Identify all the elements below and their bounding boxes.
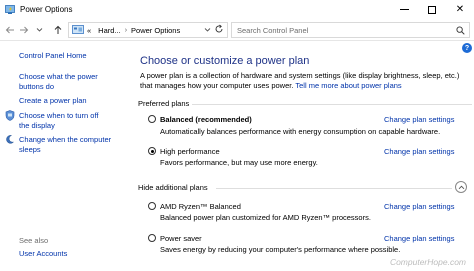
close-icon: ✕ [455,4,465,15]
change-settings-amd-ryzen-link[interactable]: Change plan settings [384,202,454,211]
plan-desc-high-performance: Favors performance, but may use more ene… [160,158,318,167]
plan-name-balanced[interactable]: Balanced (recommended) [160,115,252,124]
minimize-icon [399,9,409,10]
page-title: Choose or customize a power plan [140,55,310,67]
plan-radio-power-saver[interactable] [148,234,156,242]
minimize-button[interactable] [390,0,418,19]
address-bar[interactable]: « Hard... › Power Options [68,22,228,38]
watermark: ComputerHope.com [389,257,466,267]
plan-name-amd-ryzen[interactable]: AMD Ryzen™ Balanced [160,202,241,211]
title-bar: Power Options ✕ [0,0,474,19]
hide-additional-plans-heading[interactable]: Hide additional plans [138,183,208,192]
breadcrumb-prefix[interactable]: « [87,26,91,35]
help-icon[interactable]: ? [462,43,472,53]
sidebar-item-turn-off-display-cont[interactable]: the display [19,121,55,131]
search-box[interactable] [231,22,470,38]
see-also-heading: See also [19,236,49,245]
additional-plans-divider [216,188,452,189]
address-dropdown-icon[interactable] [204,26,211,35]
plan-name-high-performance[interactable]: High performance [160,147,220,156]
back-button[interactable] [4,23,16,36]
arrow-up-icon [54,25,62,34]
collapse-plans-button[interactable] [455,181,467,193]
change-settings-power-saver-link[interactable]: Change plan settings [384,234,454,243]
maximize-button[interactable] [418,0,446,19]
maximize-icon [428,5,436,14]
plan-radio-high-performance[interactable] [148,147,156,155]
arrow-right-icon [20,26,29,33]
sidebar-item-turn-off-display[interactable]: Choose when to turn off [19,111,99,121]
breadcrumb-hardware[interactable]: Hard... [98,26,121,35]
plan-desc-balanced: Automatically balances performance with … [160,127,441,136]
change-settings-balanced-link[interactable]: Change plan settings [384,115,454,124]
search-icon[interactable] [456,26,465,35]
close-button[interactable]: ✕ [446,0,474,19]
sidebar-item-control-panel-home[interactable]: Control Panel Home [19,51,87,61]
forward-button[interactable] [18,23,30,36]
power-plans-info-link[interactable]: Tell me more about power plans [295,81,401,90]
sidebar-item-power-buttons-cont[interactable]: buttons do [19,82,54,92]
up-button[interactable] [52,23,64,36]
main-content: ? Choose or customize a power plan A pow… [130,42,474,271]
breadcrumb-separator[interactable]: › [125,27,127,34]
search-input[interactable] [237,25,437,36]
intro-text: A power plan is a collection of hardware… [140,71,470,90]
preferred-plans-heading: Preferred plans [138,99,190,108]
plan-radio-amd-ryzen[interactable] [148,202,156,210]
sidebar-item-computer-sleeps-cont[interactable]: sleeps [19,145,41,155]
sleep-moon-icon [6,135,15,144]
navigation-bar: « Hard... › Power Options [0,19,474,41]
refresh-icon[interactable] [214,24,224,36]
sidebar-item-user-accounts[interactable]: User Accounts [19,249,67,259]
plan-desc-amd-ryzen: Balanced power plan customized for AMD R… [160,213,371,222]
sidebar-item-power-buttons[interactable]: Choose what the power [19,72,98,82]
window-title: Power Options [20,5,73,14]
power-options-icon [5,5,15,14]
sidebar-item-create-plan[interactable]: Create a power plan [19,96,87,106]
plan-desc-power-saver: Saves energy by reducing your computer's… [160,245,401,254]
chevron-down-icon [36,28,42,32]
preferred-plans-divider [192,104,472,105]
plan-radio-balanced[interactable] [148,115,156,123]
control-panel-icon [72,25,84,34]
arrow-left-icon [5,26,14,33]
breadcrumb-power-options[interactable]: Power Options [131,26,180,35]
chevron-up-icon [458,185,464,189]
recent-locations-button[interactable] [33,23,45,36]
sidebar-item-computer-sleeps[interactable]: Change when the computer [19,135,111,145]
display-shield-icon [5,110,15,121]
sidebar: Control Panel Home Choose what the power… [0,42,130,271]
change-settings-high-performance-link[interactable]: Change plan settings [384,147,454,156]
plan-name-power-saver[interactable]: Power saver [160,234,202,243]
